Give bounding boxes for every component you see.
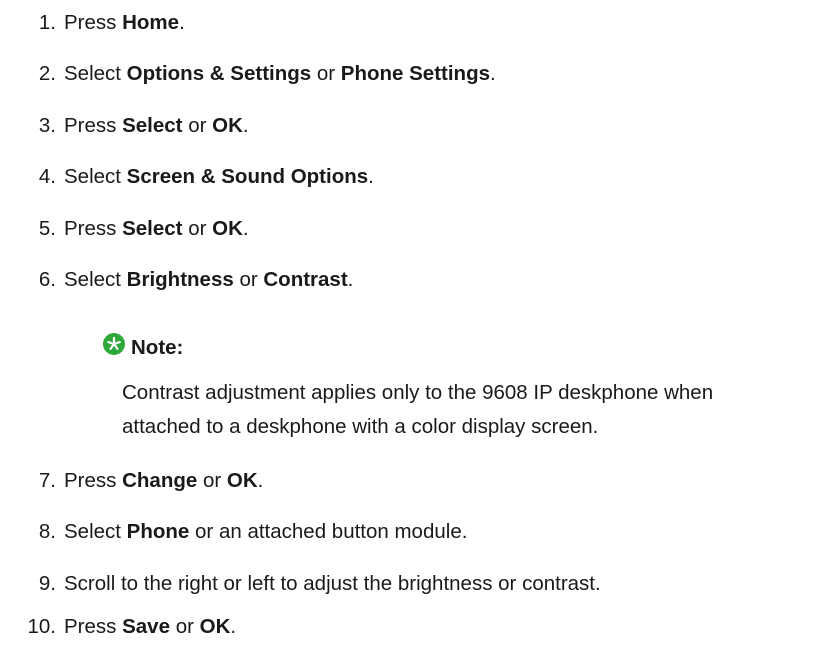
step-text: Select Screen & Sound Options. (64, 165, 374, 188)
step-text: Press Select or OK. (64, 114, 249, 137)
note-line: Contrast adjustment applies only to the … (122, 381, 714, 404)
step-text: Select Options & Settings or Phone Setti… (64, 62, 496, 85)
step-text: Select Brightness or Contrast. (64, 268, 354, 291)
step-text: Scroll to the right or left to adjust th… (64, 572, 601, 595)
step-number: 7. (38, 469, 56, 492)
step-number: 4. (38, 165, 56, 188)
step-text: Press Select or OK. (64, 217, 249, 240)
step-number: 6. (38, 268, 56, 291)
note-line: attached to a deskphone with a color dis… (122, 415, 599, 438)
step-text: Press Change or OK. (64, 469, 264, 492)
step-number: 2. (38, 62, 56, 85)
step-text: Select Phone or an attached button modul… (64, 520, 468, 543)
step-number: 9. (38, 572, 56, 595)
step-number: 5. (38, 217, 56, 240)
note-title: Note: (131, 336, 184, 359)
step-number: 8. (38, 520, 56, 543)
note-body: Contrast adjustment applies only to the … (122, 376, 834, 444)
step-text: Press Home. (64, 11, 185, 34)
step-number: 10. (27, 615, 57, 638)
star-icon (103, 333, 125, 355)
step-number: 1. (38, 11, 56, 34)
step-number: 3. (38, 114, 56, 137)
step-text: Press Save or OK. (64, 615, 237, 638)
note-block: Note: Contrast adjustment applies only t… (103, 333, 834, 483)
